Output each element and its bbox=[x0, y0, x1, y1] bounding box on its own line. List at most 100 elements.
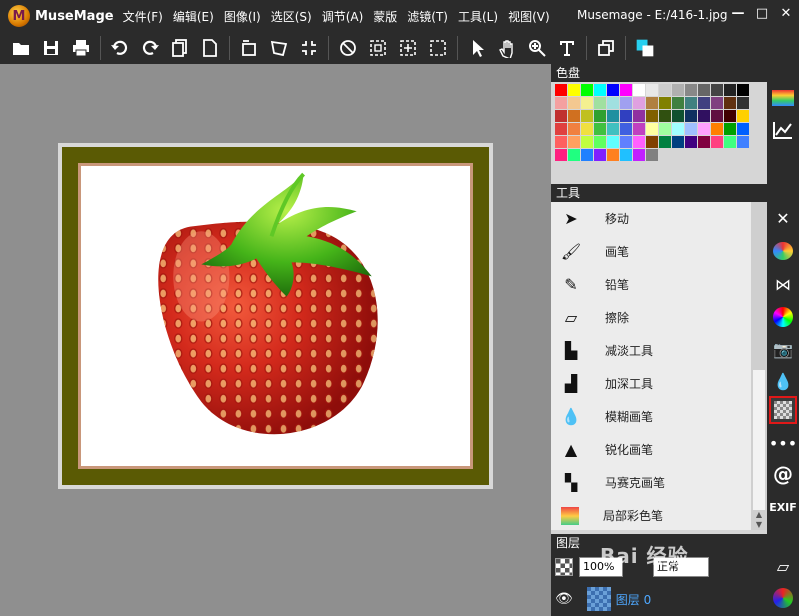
color-swatch[interactable] bbox=[633, 84, 645, 96]
layer-row[interactable]: 👁 图层 0 bbox=[551, 582, 767, 616]
color-swatch[interactable] bbox=[581, 84, 593, 96]
tool-blur-brush[interactable]: 💧 模糊画笔 bbox=[551, 400, 751, 433]
rect-select-icon[interactable] bbox=[363, 34, 393, 62]
close-button[interactable]: ✕ bbox=[779, 6, 793, 21]
color-swatch[interactable] bbox=[646, 123, 658, 135]
color-swatch[interactable] bbox=[711, 110, 723, 122]
color-swatch[interactable] bbox=[672, 97, 684, 109]
menu-select[interactable]: 选区(S) bbox=[266, 8, 317, 25]
color-swatch[interactable] bbox=[711, 136, 723, 148]
color-swatch[interactable] bbox=[685, 136, 697, 148]
color-swatch[interactable] bbox=[711, 97, 723, 109]
color-swatch[interactable] bbox=[555, 97, 567, 109]
color-palette-icon[interactable] bbox=[769, 237, 797, 265]
color-swatch[interactable] bbox=[555, 123, 567, 135]
color-swatch[interactable] bbox=[711, 123, 723, 135]
tools-scrollbar[interactable]: ▲ ▼ bbox=[751, 202, 767, 530]
drops-icon[interactable]: 💧 bbox=[769, 367, 797, 395]
color-swatch[interactable] bbox=[620, 136, 632, 148]
color-swatch[interactable] bbox=[620, 84, 632, 96]
color-swatch[interactable] bbox=[737, 97, 749, 109]
color-swatch[interactable] bbox=[659, 136, 671, 148]
no-select-icon[interactable] bbox=[333, 34, 363, 62]
tool-brush[interactable]: 🖌 画笔 bbox=[551, 235, 751, 268]
menu-image[interactable]: 图像(I) bbox=[219, 8, 266, 25]
color-swatch[interactable] bbox=[646, 136, 658, 148]
color-swatch[interactable] bbox=[698, 97, 710, 109]
eraser-panel-icon[interactable]: ▱ bbox=[769, 552, 797, 580]
color-swatch[interactable] bbox=[672, 110, 684, 122]
color-swatch[interactable] bbox=[646, 110, 658, 122]
center-select-icon[interactable] bbox=[393, 34, 423, 62]
histogram-icon[interactable] bbox=[769, 116, 797, 144]
maximize-button[interactable]: □ bbox=[755, 6, 769, 21]
color-swatch[interactable] bbox=[646, 149, 658, 161]
color-swatch[interactable] bbox=[594, 149, 606, 161]
color-swatch[interactable] bbox=[672, 84, 684, 96]
color-swatch[interactable] bbox=[581, 123, 593, 135]
menu-view[interactable]: 视图(V) bbox=[503, 8, 555, 25]
fit-icon[interactable] bbox=[294, 34, 324, 62]
tool-move[interactable]: ➤ 移动 bbox=[551, 202, 751, 235]
color-swatch[interactable] bbox=[607, 149, 619, 161]
color-swatch[interactable] bbox=[711, 84, 723, 96]
print-icon[interactable] bbox=[66, 34, 96, 62]
color-swatch[interactable] bbox=[607, 110, 619, 122]
copy-icon[interactable] bbox=[165, 34, 195, 62]
color-swatch[interactable] bbox=[555, 149, 567, 161]
scroll-thumb[interactable] bbox=[753, 370, 765, 510]
menu-edit[interactable]: 编辑(E) bbox=[168, 8, 219, 25]
color-swatch[interactable] bbox=[568, 110, 580, 122]
color-swatch[interactable] bbox=[555, 84, 567, 96]
color-swatch[interactable] bbox=[737, 110, 749, 122]
color-swatch[interactable] bbox=[581, 110, 593, 122]
rgb-icon[interactable] bbox=[769, 584, 797, 612]
menu-file[interactable]: 文件(F) bbox=[118, 8, 168, 25]
marquee-icon[interactable] bbox=[423, 34, 453, 62]
more-icon[interactable]: ••• bbox=[769, 429, 797, 457]
color-swatch[interactable] bbox=[633, 97, 645, 109]
color-swatch[interactable] bbox=[633, 123, 645, 135]
pointer-icon[interactable] bbox=[462, 34, 492, 62]
minimize-button[interactable]: — bbox=[731, 6, 745, 21]
color-swatch[interactable] bbox=[724, 84, 736, 96]
save-icon[interactable] bbox=[36, 34, 66, 62]
menu-tools[interactable]: 工具(L) bbox=[453, 8, 503, 25]
color-swatch[interactable] bbox=[646, 84, 658, 96]
tools-panel-icon[interactable]: ✕ bbox=[769, 204, 797, 232]
color-swatch[interactable] bbox=[594, 97, 606, 109]
color-swatch[interactable] bbox=[594, 136, 606, 148]
menu-filter[interactable]: 滤镜(T) bbox=[402, 8, 453, 25]
color-swatch[interactable] bbox=[724, 110, 736, 122]
at-icon[interactable]: @ bbox=[769, 460, 797, 488]
tool-dodge[interactable]: ▙ 减淡工具 bbox=[551, 334, 751, 367]
redo-icon[interactable] bbox=[135, 34, 165, 62]
color-swatch[interactable] bbox=[620, 123, 632, 135]
color-swatch[interactable] bbox=[568, 136, 580, 148]
hand-icon[interactable] bbox=[492, 34, 522, 62]
layer-mask-icon[interactable] bbox=[555, 558, 573, 576]
palette-panel-icon[interactable] bbox=[769, 84, 797, 112]
color-swatch[interactable] bbox=[620, 110, 632, 122]
color-swatch[interactable] bbox=[633, 149, 645, 161]
color-swatch[interactable] bbox=[659, 97, 671, 109]
tool-eraser[interactable]: ▱ 擦除 bbox=[551, 301, 751, 334]
color-swatch[interactable] bbox=[607, 97, 619, 109]
strawberry-image[interactable] bbox=[81, 166, 470, 466]
color-swatch[interactable] bbox=[737, 136, 749, 148]
color-swatch[interactable] bbox=[568, 123, 580, 135]
color-swatch[interactable] bbox=[698, 84, 710, 96]
color-swatch[interactable] bbox=[724, 136, 736, 148]
color-wheel-icon[interactable] bbox=[769, 303, 797, 331]
menu-adjust[interactable]: 调节(A) bbox=[317, 8, 369, 25]
color-swatch[interactable] bbox=[607, 123, 619, 135]
color-swatch[interactable] bbox=[607, 84, 619, 96]
color-swatch[interactable] bbox=[594, 123, 606, 135]
zoom-icon[interactable] bbox=[522, 34, 552, 62]
color-swatch[interactable] bbox=[620, 149, 632, 161]
color-swatch[interactable] bbox=[698, 110, 710, 122]
exif-icon[interactable]: EXIF bbox=[769, 493, 797, 521]
color-swatch[interactable] bbox=[594, 110, 606, 122]
color-picker-icon[interactable] bbox=[630, 34, 660, 62]
color-swatch[interactable] bbox=[659, 110, 671, 122]
